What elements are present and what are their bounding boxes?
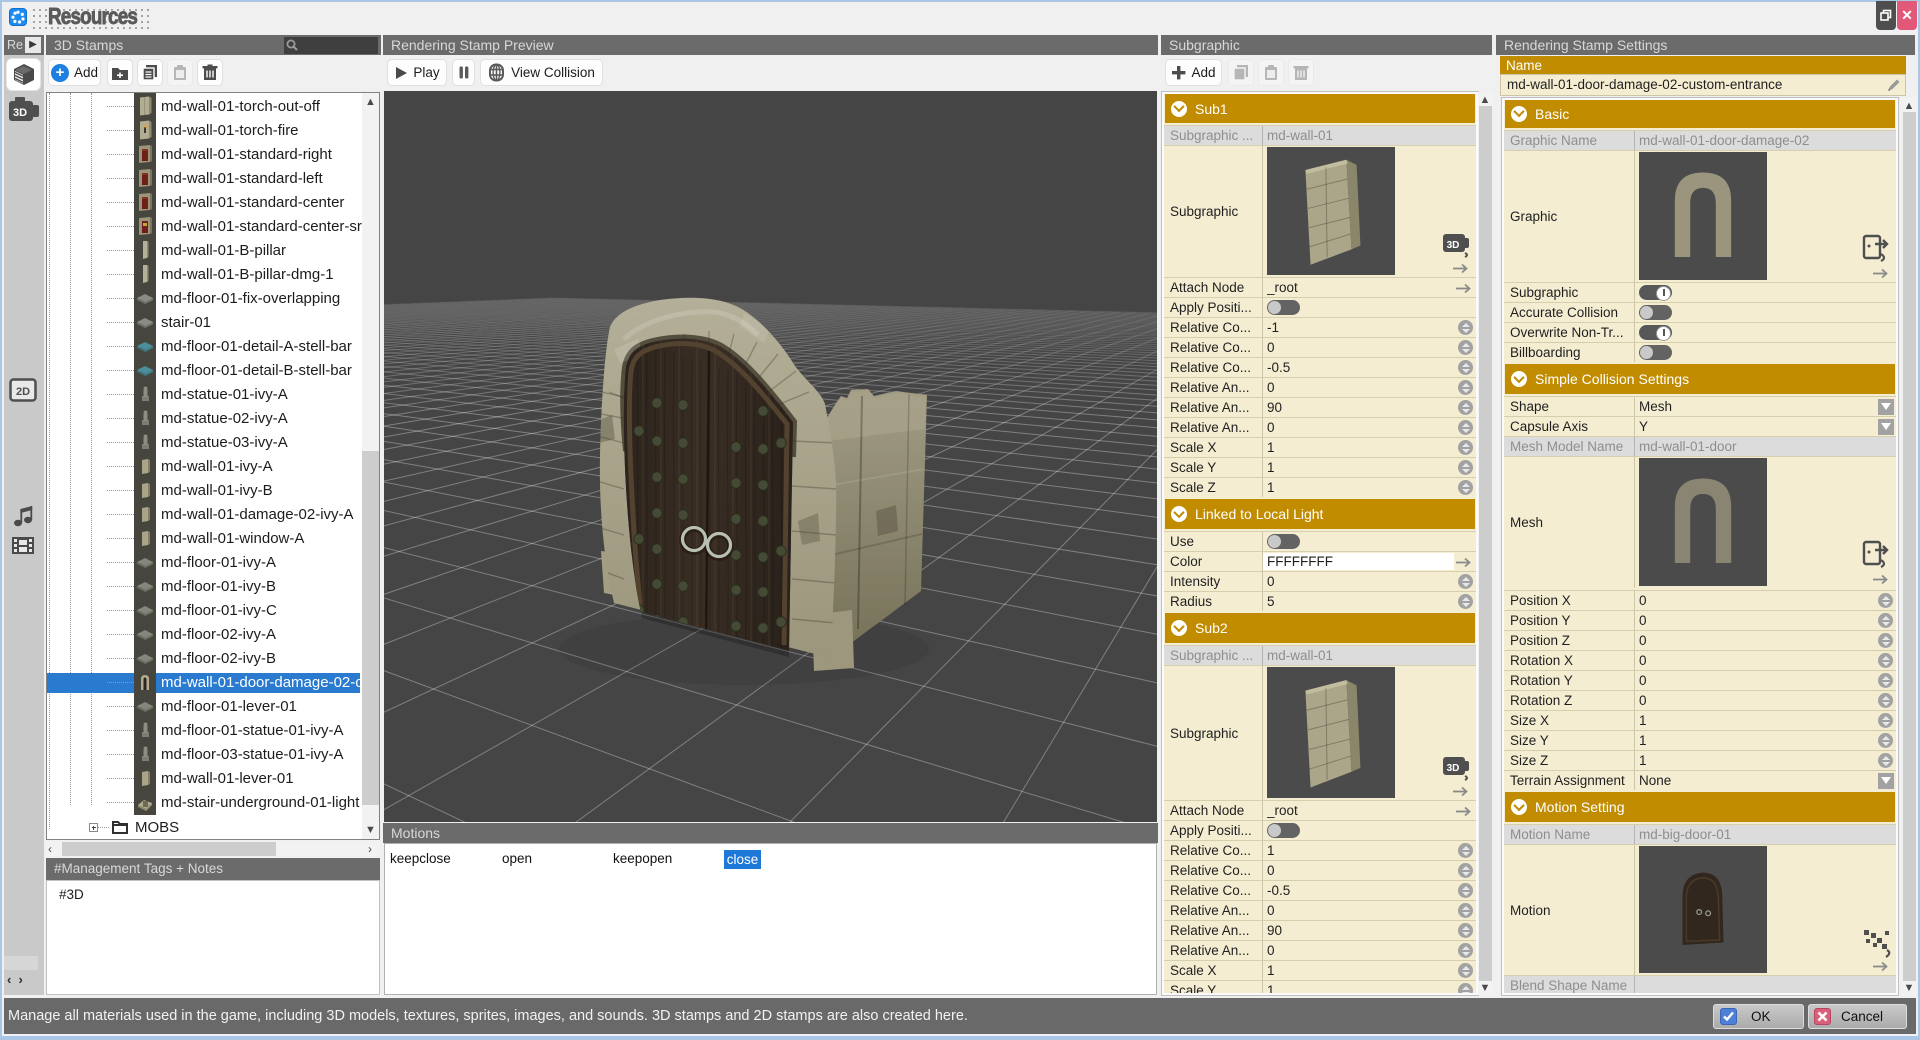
svg-text:3D: 3D — [13, 107, 27, 119]
svg-text:3D: 3D — [1447, 763, 1460, 774]
svg-text:3D: 3D — [1447, 240, 1460, 251]
svg-text:2D: 2D — [16, 386, 30, 398]
